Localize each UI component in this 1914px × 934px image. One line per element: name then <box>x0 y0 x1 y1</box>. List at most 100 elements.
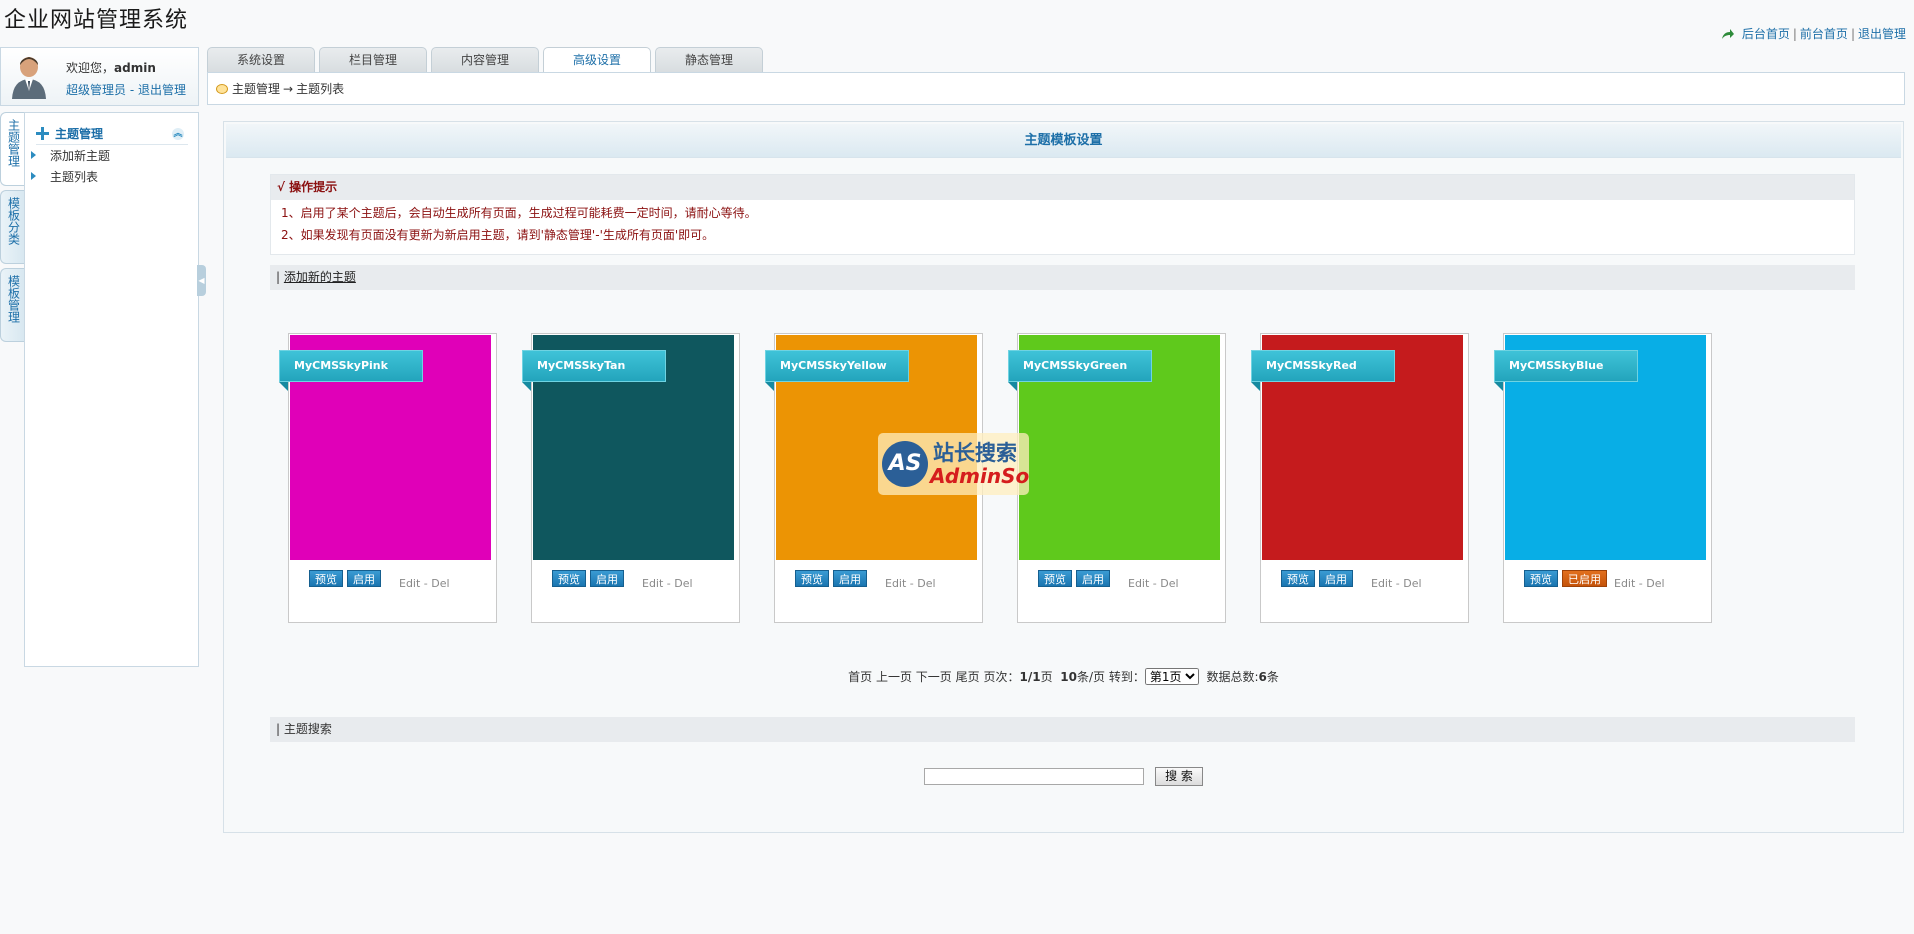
sidebar-item-label: 主题列表 <box>50 169 99 184</box>
preview-button[interactable]: 预览 <box>552 570 586 587</box>
pager-last[interactable]: 尾页 <box>956 670 980 684</box>
theme-name-label: MyCMSSkyYellow <box>765 350 909 391</box>
total-value: 6 <box>1258 670 1267 684</box>
theme-name-label: MyCMSSkyTan <box>522 350 666 391</box>
enable-button[interactable]: 启用 <box>1319 570 1353 587</box>
watermark-logo: AS 站长搜索 AdminSo <box>878 433 1029 495</box>
breadcrumb-parent: 主题管理 <box>232 82 281 96</box>
edit-link[interactable]: Edit <box>1371 577 1392 590</box>
tip-line: 1、启用了某个主题后，会自动生成所有页面，生成过程可能耗费一定时间，请耐心等待。 <box>281 206 757 220</box>
edit-link[interactable]: Edit <box>1614 577 1635 590</box>
avatar <box>12 57 46 99</box>
sidebar-item-theme-list[interactable]: 主题列表 <box>31 166 98 186</box>
chevron-up-icon[interactable]: ︽ <box>172 128 184 140</box>
arrow-right-icon <box>31 151 36 159</box>
arrow-icon <box>1721 28 1734 39</box>
theme-card: MyCMSSkyBlue 预览 已启用 Edit - Del <box>1494 333 1712 623</box>
sidebar-item-add-theme[interactable]: 添加新主题 <box>31 145 110 165</box>
preview-button[interactable]: 预览 <box>1524 570 1558 587</box>
plus-icon <box>36 127 49 140</box>
del-link[interactable]: Del <box>674 577 692 590</box>
edit-link[interactable]: Edit <box>399 577 420 590</box>
per-page-value: 10 <box>1060 670 1077 684</box>
pager-prev[interactable]: 上一页 <box>876 670 912 684</box>
enable-button[interactable]: 启用 <box>590 570 624 587</box>
search-button[interactable]: 搜 索 <box>1155 767 1203 786</box>
theme-name-label: MyCMSSkyBlue <box>1494 350 1638 391</box>
pager-first[interactable]: 首页 <box>848 670 872 684</box>
sidebar-collapse-handle[interactable]: ◀ <box>197 265 206 296</box>
panel-title: 主题模板设置 <box>226 124 1901 158</box>
user-logout-link[interactable]: 退出管理 <box>138 83 186 97</box>
edit-del-links: Edit - Del <box>1614 577 1665 590</box>
breadcrumb: 主题管理 → 主题列表 <box>207 72 1905 105</box>
enabled-badge[interactable]: 已启用 <box>1562 570 1607 587</box>
add-theme-link[interactable]: 添加新的主题 <box>284 270 356 284</box>
theme-card: MyCMSSkyGreen 预览 启用 Edit - Del <box>1008 333 1226 623</box>
pager-next[interactable]: 下一页 <box>916 670 952 684</box>
edit-link[interactable]: Edit <box>885 577 906 590</box>
theme-name-label: MyCMSSkyPink <box>279 350 423 391</box>
sidebar: 主题管理 ︽ 添加新主题 主题列表 <box>24 112 199 667</box>
del-link[interactable]: Del <box>917 577 935 590</box>
theme-card: MyCMSSkyRed 预览 启用 Edit - Del <box>1251 333 1469 623</box>
user-links: 超级管理员 - 退出管理 <box>66 81 186 98</box>
theme-card: MyCMSSkyPink 预览 启用 Edit - Del <box>279 333 497 623</box>
del-link[interactable]: Del <box>1403 577 1421 590</box>
enable-button[interactable]: 启用 <box>347 570 381 587</box>
edit-link[interactable]: Edit <box>642 577 663 590</box>
preview-button[interactable]: 预览 <box>795 570 829 587</box>
user-box: 欢迎您，admin 超级管理员 - 退出管理 <box>0 47 199 106</box>
tab-advanced-settings[interactable]: 高级设置 <box>543 47 651 73</box>
vtab-template-category[interactable]: 模板分类 <box>0 190 25 264</box>
breadcrumb-arrow: → <box>283 81 294 96</box>
enable-button[interactable]: 启用 <box>833 570 867 587</box>
vtab-template-manage[interactable]: 模板管理 <box>0 268 25 342</box>
watermark-badge: AS <box>882 441 928 487</box>
sidebar-header[interactable]: 主题管理 ︽ <box>36 123 188 145</box>
logout-link[interactable]: 退出管理 <box>1858 25 1906 42</box>
per-page-suffix: 条/页 <box>1076 670 1105 684</box>
tab-system-settings[interactable]: 系统设置 <box>207 47 315 72</box>
tips-head: √ 操作提示 <box>271 175 1854 200</box>
watermark-cn: 站长搜索 <box>933 441 1017 465</box>
preview-button[interactable]: 预览 <box>1281 570 1315 587</box>
del-link[interactable]: Del <box>1646 577 1664 590</box>
edit-del-links: Edit - Del <box>1128 577 1179 590</box>
preview-button[interactable]: 预览 <box>309 570 343 587</box>
del-link[interactable]: Del <box>1160 577 1178 590</box>
backend-home-link[interactable]: 后台首页 <box>1742 25 1790 42</box>
arrow-right-icon <box>31 172 36 180</box>
page-value: 1/1 <box>1019 670 1041 684</box>
top-links: 后台首页 | 前台首页 | 退出管理 <box>1721 25 1906 42</box>
vertical-tabs: 主题管理 模板分类 模板管理 <box>0 112 25 346</box>
username: admin <box>114 61 156 75</box>
sidebar-item-label: 添加新主题 <box>50 148 111 163</box>
preview-button[interactable]: 预览 <box>1038 570 1072 587</box>
page-suffix: 页 <box>1040 670 1053 684</box>
enable-button[interactable]: 启用 <box>1076 570 1110 587</box>
search-input[interactable] <box>924 768 1144 785</box>
theme-card: MyCMSSkyTan 预览 启用 Edit - Del <box>522 333 740 623</box>
edit-del-links: Edit - Del <box>1371 577 1422 590</box>
tab-static-manage[interactable]: 静态管理 <box>655 47 763 72</box>
total-suffix: 条 <box>1266 670 1279 684</box>
main-panel: 主题模板设置 √ 操作提示 1、启用了某个主题后，会自动生成所有页面，生成过程可… <box>223 121 1904 833</box>
theme-name-label: MyCMSSkyGreen <box>1008 350 1152 391</box>
main-tabs: 系统设置 栏目管理 内容管理 高级设置 静态管理 <box>207 47 763 73</box>
role-link[interactable]: 超级管理员 <box>66 83 126 97</box>
tab-column-manage[interactable]: 栏目管理 <box>319 47 427 72</box>
pager: 首页 上一页 下一页 尾页 页次：1/1页 10条/页 转到： 第1页 数据总数:… <box>224 668 1903 685</box>
goto-select[interactable]: 第1页 <box>1144 668 1199 685</box>
vtab-theme-manage[interactable]: 主题管理 <box>0 112 25 186</box>
del-link[interactable]: Del <box>431 577 449 590</box>
theme-name-label: MyCMSSkyRed <box>1251 350 1395 391</box>
sidebar-header-label: 主题管理 <box>55 127 104 141</box>
tab-content-manage[interactable]: 内容管理 <box>431 47 539 72</box>
page-label: 页次： <box>983 670 1020 684</box>
total-label: 数据总数: <box>1206 670 1259 684</box>
frontend-home-link[interactable]: 前台首页 <box>1800 25 1848 42</box>
edit-link[interactable]: Edit <box>1128 577 1149 590</box>
welcome-prefix: 欢迎您， <box>66 61 115 75</box>
separator: | <box>1850 26 1855 41</box>
